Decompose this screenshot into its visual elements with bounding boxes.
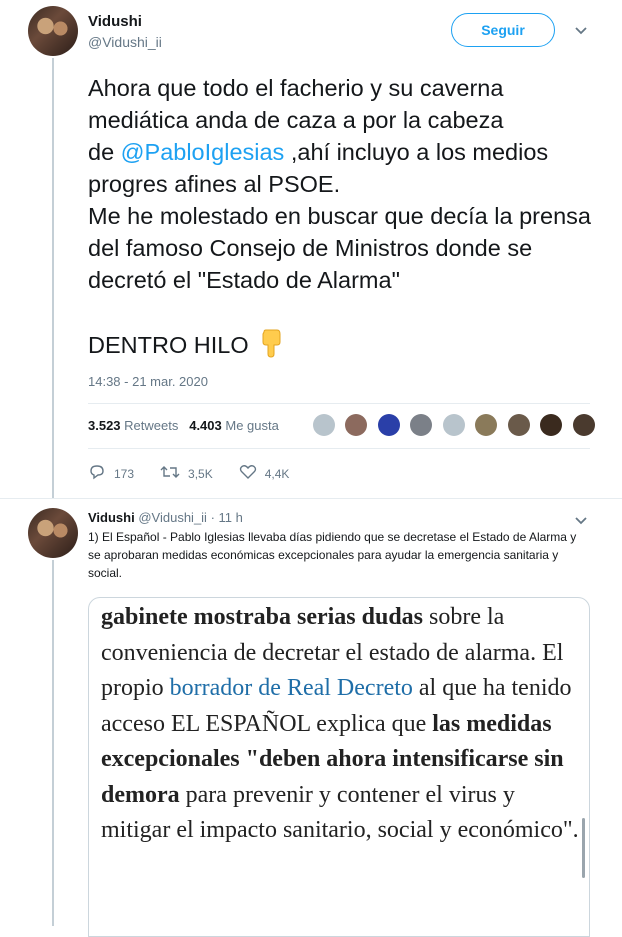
separator-dot: · (210, 510, 215, 525)
bold-text: gabinete mostraba serias dudas (101, 604, 424, 630)
reply-icon (88, 464, 106, 483)
avatar[interactable] (28, 6, 78, 56)
divider (0, 498, 622, 499)
retweets-count[interactable]: 3.523 (88, 418, 121, 433)
like-count: 4,4K (264, 466, 290, 481)
avatar[interactable] (377, 414, 400, 436)
article-excerpt: gabinete mostraba serias dudas sobre la … (101, 600, 579, 849)
avatar[interactable] (540, 414, 563, 436)
chevron-down-icon[interactable] (574, 513, 588, 529)
like-button[interactable]: 4,4K (239, 464, 290, 483)
tweet-image[interactable]: gabinete mostraba serias dudas sobre la … (88, 597, 590, 937)
follow-button[interactable]: Seguir (451, 13, 555, 47)
reply-button[interactable]: 173 (88, 464, 134, 483)
tweet-line: DENTRO HILO (88, 332, 249, 358)
avatar[interactable] (475, 414, 498, 436)
mention-link[interactable]: @PabloIglesias (121, 139, 285, 165)
retweet-count: 3,5K (188, 466, 213, 481)
scrollbar (582, 818, 585, 878)
tweet-line: Ahora que todo el facherio y su caverna … (88, 75, 504, 133)
chevron-down-icon[interactable] (574, 23, 588, 39)
likes-label[interactable]: Me gusta (225, 418, 278, 433)
thread-line (52, 58, 54, 498)
tweet-stats: 3.523 Retweets 4.403 Me gusta (88, 418, 279, 433)
avatar[interactable] (28, 508, 78, 558)
author-handle[interactable]: @Vidushi_ii (88, 34, 162, 50)
author-name[interactable]: Vidushi (88, 510, 135, 525)
reply-text: 1) El Español - Pablo Iglesias llevaba d… (88, 530, 577, 580)
avatar[interactable] (313, 414, 335, 436)
retweet-button[interactable]: 3,5K (160, 464, 213, 483)
retweets-label[interactable]: Retweets (124, 418, 178, 433)
divider (88, 403, 590, 404)
avatar[interactable] (507, 414, 530, 436)
avatar[interactable] (442, 414, 465, 436)
tweet-line: de (88, 139, 115, 165)
divider (88, 448, 590, 449)
article-link: borrador de Real Decreto (169, 675, 413, 701)
reply-time[interactable]: 11 h (219, 510, 243, 525)
avatar[interactable] (410, 414, 433, 436)
likers-avatars (313, 414, 601, 441)
tweet-text: Ahora que todo el facherio y su caverna … (88, 72, 598, 361)
heart-icon (239, 464, 257, 483)
author-name[interactable]: Vidushi (88, 13, 142, 30)
tweet-actions: 173 3,5K 4,4K (88, 464, 289, 483)
tweet-timestamp[interactable]: 14:38 - 21 mar. 2020 (88, 374, 208, 389)
retweet-icon (160, 464, 180, 483)
pointing-down-emoji (255, 328, 285, 358)
reply-count: 173 (114, 466, 135, 481)
avatar[interactable] (572, 414, 595, 436)
thread-line (52, 560, 54, 926)
likes-count[interactable]: 4.403 (189, 418, 222, 433)
avatar[interactable] (345, 414, 368, 436)
reply-header: Vidushi @Vidushi_ii · 11 h (88, 510, 243, 525)
author-handle[interactable]: @Vidushi_ii (138, 510, 207, 525)
tweet-line: Me he molestado en buscar que decía la p… (88, 203, 591, 293)
